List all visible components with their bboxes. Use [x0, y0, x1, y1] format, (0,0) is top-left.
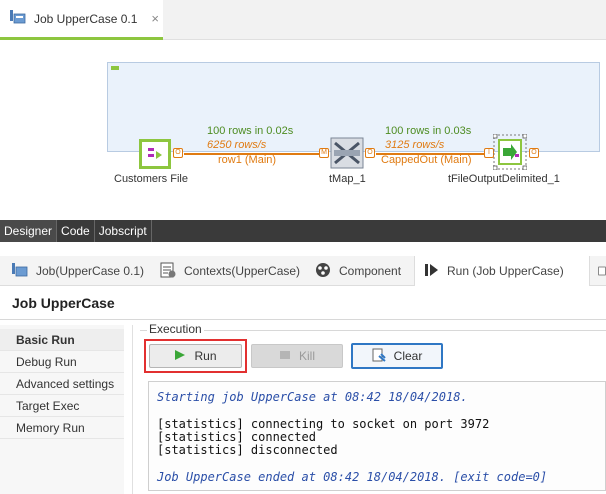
- clear-button-label: Clear: [393, 349, 423, 363]
- output-port-icon[interactable]: O: [173, 148, 183, 158]
- panel-title: Job UpperCase: [12, 295, 115, 311]
- map-output-port-icon[interactable]: O: [365, 148, 375, 158]
- console-line: [statistics] disconnected: [157, 443, 338, 457]
- tab-code[interactable]: Code: [57, 220, 95, 242]
- job-settings-icon: [12, 262, 28, 280]
- component-label-customers-file[interactable]: Customers File: [114, 173, 188, 185]
- component-label-tmap[interactable]: tMap_1: [329, 173, 366, 185]
- tab-component[interactable]: Component: [315, 256, 401, 286]
- nav-target-exec[interactable]: Target Exec: [0, 395, 124, 417]
- job-tab-title: Job UpperCase 0.1: [34, 11, 138, 26]
- tab-job-label: Job(UpperCase 0.1): [36, 264, 145, 278]
- play-icon: [174, 349, 186, 364]
- job-editor-tab[interactable]: Job UpperCase 0.1 ×: [0, 0, 163, 40]
- connection-label-1[interactable]: row1 (Main): [218, 154, 276, 166]
- tab-overflow-icon: [598, 266, 606, 276]
- console-line: Starting job UpperCase at 08:42 18/04/20…: [157, 390, 468, 404]
- view-tabs: Designer Code Jobscript: [0, 220, 606, 242]
- tab-run[interactable]: Run (Job UpperCase): [414, 256, 590, 286]
- editor-tab-bar: Job UpperCase 0.1 ×: [0, 0, 606, 40]
- console-line: [statistics] connecting to socket on por…: [157, 417, 490, 431]
- connection-rate-1: 6250 rows/s: [207, 139, 267, 151]
- kill-button[interactable]: Kill: [251, 344, 343, 368]
- tmap-icon[interactable]: [330, 137, 364, 172]
- contexts-icon: [160, 262, 176, 281]
- tab-component-label: Component: [339, 264, 402, 278]
- tab-job[interactable]: Job(UpperCase 0.1): [12, 256, 144, 286]
- execution-group-label: Execution: [147, 322, 204, 336]
- run-button[interactable]: Run: [149, 344, 242, 368]
- tab-contexts-label: Contexts(UpperCase): [184, 264, 301, 278]
- nav-memory-run[interactable]: Memory Run: [0, 417, 124, 439]
- divider: [0, 319, 606, 320]
- console-line: [statistics] connected: [157, 430, 316, 444]
- kill-icon: [279, 349, 291, 364]
- clear-icon: [372, 348, 386, 365]
- nav-debug-run[interactable]: Debug Run: [0, 351, 124, 373]
- component-label-file-output[interactable]: tFileOutputDelimited_1: [448, 173, 560, 185]
- nav-divider: [132, 325, 133, 494]
- component-icon: [315, 262, 331, 281]
- run-panel-icon: [425, 263, 439, 280]
- job-icon: [10, 10, 26, 27]
- connection-stats-1: 100 rows in 0.02s: [207, 125, 294, 137]
- run-button-label: Run: [194, 349, 217, 363]
- console-line: Job UpperCase ended at 08:42 18/04/2018.…: [157, 470, 548, 484]
- tab-run-label: Run (Job UpperCase): [447, 264, 564, 278]
- connection-rate-2: 3125 rows/s: [385, 139, 445, 151]
- nav-advanced-settings[interactable]: Advanced settings: [0, 373, 124, 395]
- tab-designer[interactable]: Designer: [0, 220, 58, 242]
- file-output-icon[interactable]: [492, 133, 528, 173]
- map-input-port-icon[interactable]: M: [319, 148, 329, 158]
- console-output[interactable]: Starting job UpperCase at 08:42 18/04/20…: [148, 381, 606, 491]
- subjob-collapse-flag[interactable]: [111, 66, 119, 70]
- tab-contexts[interactable]: Contexts(UpperCase): [160, 256, 300, 286]
- clear-button[interactable]: Clear: [351, 343, 443, 369]
- kill-button-label: Kill: [298, 349, 315, 363]
- connection-label-2[interactable]: CappedOut (Main): [381, 154, 472, 166]
- execution-group-border: [140, 330, 606, 331]
- tab-overflow[interactable]: [598, 256, 606, 286]
- panel-tabs: Job(UpperCase 0.1) Contexts(UpperCase) C…: [0, 256, 606, 286]
- file-input-icon[interactable]: [139, 139, 171, 172]
- connection-stats-2: 100 rows in 0.03s: [385, 125, 472, 137]
- tab-jobscript[interactable]: Jobscript: [95, 220, 152, 242]
- close-icon[interactable]: ×: [151, 11, 159, 26]
- file-output-port-icon[interactable]: O: [529, 148, 539, 158]
- nav-basic-run[interactable]: Basic Run: [0, 329, 124, 351]
